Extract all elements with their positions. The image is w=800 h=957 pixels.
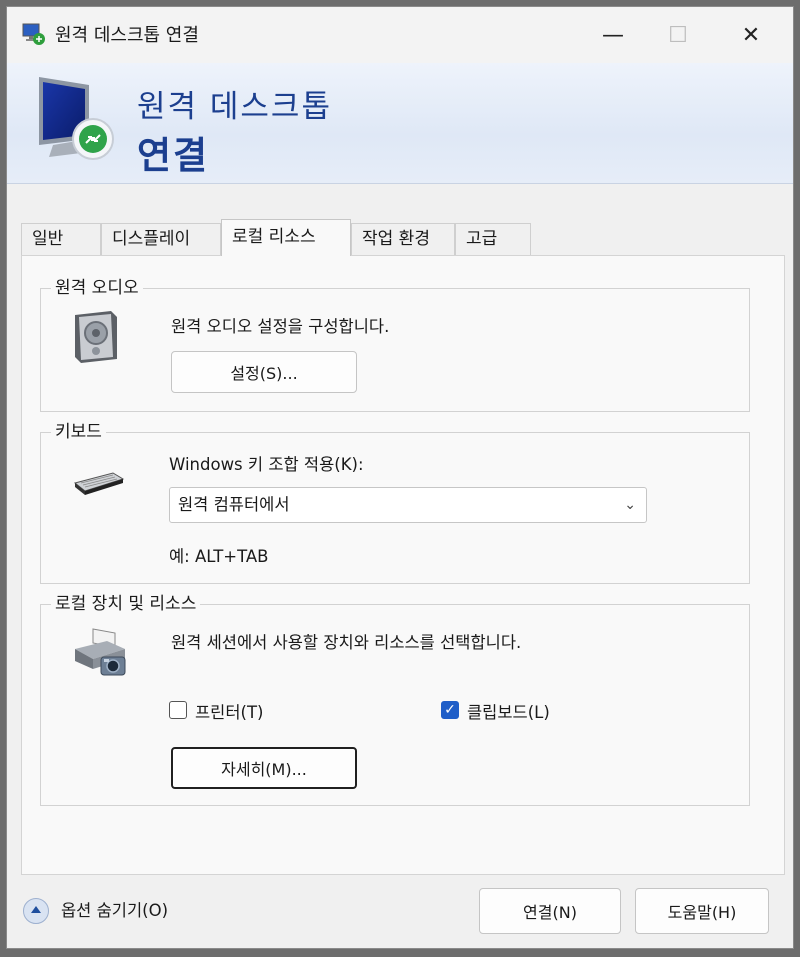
keyboard-group: 키보드 Windows 키 조합 적용(K): 원격 컴퓨터에서 ⌄ 예: AL… — [40, 421, 750, 584]
collapse-up-icon[interactable] — [23, 898, 49, 924]
more-details-button[interactable]: 자세히(M)... — [171, 747, 357, 789]
banner-subtitle: 연결 — [137, 134, 210, 177]
local-resources-panel: 원격 오디오 원격 오디오 설정을 구성합니다. 설정(S)... 키보드 Wi… — [21, 255, 785, 875]
connect-button[interactable]: 연결(N) — [479, 888, 621, 934]
window-title: 원격 데스크톱 연결 — [55, 25, 199, 46]
keyboard-example: 예: ALT+TAB — [169, 547, 269, 566]
printers-label[interactable]: 프린터(T) — [195, 699, 264, 723]
minimize-button[interactable]: — — [583, 7, 643, 63]
local-devices-title: 로컬 장치 및 리소스 — [51, 593, 201, 615]
tab-experience[interactable]: 작업 환경 — [351, 223, 455, 255]
close-button[interactable]: ✕ — [721, 7, 781, 63]
title-bar: 원격 데스크톱 연결 — ☐ ✕ — [7, 7, 793, 63]
remote-desktop-logo-icon — [39, 77, 114, 160]
tab-general[interactable]: 일반 — [21, 223, 101, 255]
clipboard-checkbox[interactable]: ✓ — [441, 701, 459, 719]
keyboard-combo-label: Windows 키 조합 적용(K): — [169, 455, 364, 474]
remote-audio-title: 원격 오디오 — [51, 277, 143, 299]
keyboard-title: 키보드 — [51, 421, 106, 443]
tab-display[interactable]: 디스플레이 — [101, 223, 221, 255]
help-button[interactable]: 도움말(H) — [635, 888, 769, 934]
chevron-down-icon: ⌄ — [624, 497, 636, 513]
remote-audio-group: 원격 오디오 원격 오디오 설정을 구성합니다. 설정(S)... — [40, 277, 750, 412]
tab-strip: 일반 디스플레이 로컬 리소스 작업 환경 고급 — [21, 219, 741, 256]
printer-camera-icon — [75, 628, 126, 676]
keyboard-icon — [73, 472, 125, 495]
banner-title: 원격 데스크톱 — [137, 89, 332, 125]
header-banner: 원격 데스크톱 연결 — [7, 63, 793, 184]
remote-audio-description: 원격 오디오 설정을 구성합니다. — [171, 317, 390, 336]
clipboard-label[interactable]: 클립보드(L) — [467, 699, 550, 723]
tab-advanced[interactable]: 고급 — [455, 223, 531, 255]
tab-local-resources[interactable]: 로컬 리소스 — [221, 219, 351, 256]
audio-settings-button[interactable]: 설정(S)... — [171, 351, 357, 393]
checkmark-icon: ✓ — [444, 702, 456, 718]
speaker-icon — [75, 311, 117, 363]
remote-desktop-icon — [22, 23, 45, 45]
rdp-window: 원격 데스크톱 연결 — ☐ ✕ 원격 데스크톱 연결 일반 디스플레이 로컬 … — [6, 6, 794, 949]
keyboard-combo-select[interactable]: 원격 컴퓨터에서 ⌄ — [169, 487, 647, 523]
keyboard-combo-value: 원격 컴퓨터에서 — [178, 495, 290, 514]
hide-options-link[interactable]: 옵션 숨기기(O) — [61, 898, 168, 924]
local-devices-description: 원격 세션에서 사용할 장치와 리소스를 선택합니다. — [171, 633, 522, 652]
local-devices-group: 로컬 장치 및 리소스 원격 세션에서 사용할 장치와 리소스를 선택합니다. … — [40, 593, 750, 806]
maximize-button[interactable]: ☐ — [648, 7, 708, 63]
printers-checkbox[interactable] — [169, 701, 187, 719]
